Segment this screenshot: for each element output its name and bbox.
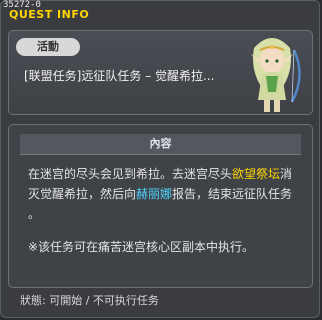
- location-highlight: 欲望祭坛: [232, 167, 281, 181]
- npc-portrait-image: [251, 38, 301, 112]
- quest-status: 狀態: 可開始 / 不可执行任务: [20, 294, 159, 307]
- description-text: 报告，结束远征队任务: [172, 187, 293, 201]
- quest-category-tag: 活動: [16, 38, 80, 56]
- quest-name: [联盟任务]远征队任务 – 觉醒希拉...: [24, 69, 215, 83]
- description-text: 灭觉醒希拉，然后向: [28, 187, 137, 201]
- quest-description: 在迷宫的尽头会见到希拉。去迷宫尽头欲望祭坛消 灭觉醒希拉，然后向赫丽娜报告，结束…: [28, 164, 296, 224]
- description-line-1: 在迷宫的尽头会见到希拉。去迷宫尽头欲望祭坛消: [28, 164, 296, 184]
- description-text: 在迷宫的尽头会见到希拉。去迷宫尽头: [28, 167, 233, 181]
- npc-portrait: [232, 30, 312, 115]
- description-line-2: 灭觉醒希拉，然后向赫丽娜报告，结束远征队任务: [28, 184, 296, 204]
- description-line-3: 。: [28, 204, 296, 224]
- window-title: QUEST INFO: [9, 8, 90, 21]
- npc-highlight: 赫丽娜: [136, 187, 173, 201]
- description-text: 消: [280, 167, 293, 181]
- quest-note: ※该任务可在痛苦迷宫核心区副本中执行。: [28, 240, 255, 254]
- description-text: 。: [28, 207, 41, 221]
- content-header: 內容: [20, 134, 301, 155]
